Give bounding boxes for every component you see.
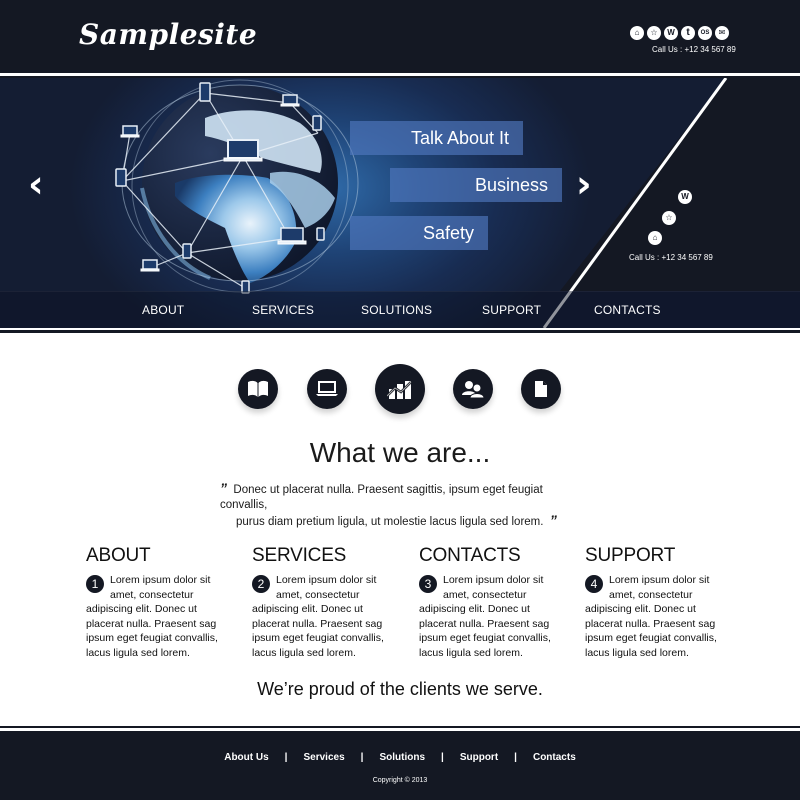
feature-laptop[interactable] xyxy=(307,369,347,409)
column-title: SERVICES xyxy=(252,545,347,566)
column-body: 4 Lorem ipsum dolor sit amet, consectetu… xyxy=(585,573,725,660)
column-contacts: CONTACTS 3 Lorem ipsum dolor sit amet, c… xyxy=(419,545,559,660)
feature-book[interactable] xyxy=(238,369,278,409)
quote-line-2: purus diam pretium ligula, ut molestie l… xyxy=(236,516,544,528)
column-title: ABOUT xyxy=(86,545,151,566)
wordpress-icon[interactable]: W xyxy=(664,26,678,40)
call-us-hero: Call Us : +12 34 567 89 xyxy=(629,253,713,262)
site-logo[interactable]: Samplesite xyxy=(79,18,257,51)
footer-link-contacts[interactable]: Contacts xyxy=(533,752,576,763)
column-text: Lorem ipsum dolor sit amet, consectetur … xyxy=(585,574,717,659)
laptop-icon xyxy=(316,381,338,396)
tumblr-icon[interactable]: t xyxy=(681,26,695,40)
column-title: SUPPORT xyxy=(585,545,676,566)
document-icon xyxy=(535,381,547,397)
number-badge: 1 xyxy=(86,575,104,593)
intro-quote: ” Donec ut placerat nulla. Praesent sagi… xyxy=(220,481,590,530)
copyright: Copyright © 2013 xyxy=(372,777,428,784)
number-badge: 4 xyxy=(585,575,603,593)
slider-prev-button[interactable]: ‹ xyxy=(28,165,44,203)
column-support: SUPPORT 4 Lorem ipsum dolor sit amet, co… xyxy=(585,545,725,660)
call-us-header: Call Us : +12 34 567 89 xyxy=(652,45,736,54)
hero-divider-dark xyxy=(0,330,800,333)
home-icon[interactable]: ⌂ xyxy=(630,26,644,40)
column-text: Lorem ipsum dolor sit amet, consectetur … xyxy=(252,574,384,659)
slider-next-button[interactable]: › xyxy=(576,165,592,203)
book-icon xyxy=(248,380,268,397)
mail-icon[interactable]: ✉ xyxy=(715,26,729,40)
column-body: 3 Lorem ipsum dolor sit amet, consectetu… xyxy=(419,573,559,660)
nav-services[interactable]: SERVICES xyxy=(252,303,314,317)
globe-illustration xyxy=(115,79,359,294)
column-body: 1 Lorem ipsum dolor sit amet, consectetu… xyxy=(86,573,226,660)
footer: About Us | Services | Solutions | Suppor… xyxy=(0,731,800,800)
number-badge: 3 xyxy=(419,575,437,593)
section-title: What we are... xyxy=(309,437,491,468)
chart-icon xyxy=(387,381,412,399)
footer-nav: About Us | Services | Solutions | Suppor… xyxy=(0,752,800,763)
users-icon xyxy=(462,381,485,398)
column-text: Lorem ipsum dolor sit amet, consectetur … xyxy=(86,574,218,659)
wordpress-icon[interactable]: W xyxy=(678,190,692,204)
star-icon[interactable]: ☆ xyxy=(662,211,676,225)
open-quote-icon: ” xyxy=(220,480,227,496)
column-services: SERVICES 2 Lorem ipsum dolor sit amet, c… xyxy=(252,545,392,660)
feature-chart[interactable] xyxy=(375,364,425,414)
column-about: ABOUT 1 Lorem ipsum dolor sit amet, cons… xyxy=(86,545,226,660)
footer-separator: | xyxy=(514,752,517,763)
social-icons-top: ⌂ ☆ W t OS ✉ xyxy=(630,26,729,40)
nav-support[interactable]: SUPPORT xyxy=(482,303,541,317)
hero-slider: ‹ › Talk About It Business Safety W ☆ ⌂ … xyxy=(0,78,800,328)
header: Samplesite ⌂ ☆ W t OS ✉ Call Us : +12 34… xyxy=(0,0,800,74)
nav-about[interactable]: ABOUT xyxy=(142,303,184,317)
number-badge: 2 xyxy=(252,575,270,593)
footer-link-about-us[interactable]: About Us xyxy=(224,752,268,763)
footer-link-services[interactable]: Services xyxy=(303,752,344,763)
footer-link-solutions[interactable]: Solutions xyxy=(379,752,425,763)
column-text: Lorem ipsum dolor sit amet, consectetur … xyxy=(419,574,551,659)
feature-document[interactable] xyxy=(521,369,561,409)
nav-solutions[interactable]: SOLUTIONS xyxy=(361,303,432,317)
banner-talk-about-it[interactable]: Talk About It xyxy=(350,121,523,155)
os-icon[interactable]: OS xyxy=(698,26,712,40)
close-quote-icon: ” xyxy=(549,512,557,528)
star-icon[interactable]: ☆ xyxy=(647,26,661,40)
feature-users[interactable] xyxy=(453,369,493,409)
clients-tagline: We’re proud of the clients we serve. xyxy=(257,679,543,699)
banner-business[interactable]: Business xyxy=(390,168,562,202)
footer-separator: | xyxy=(284,752,288,763)
column-body: 2 Lorem ipsum dolor sit amet, consectetu… xyxy=(252,573,392,660)
footer-separator: | xyxy=(441,752,444,763)
quote-line-1: Donec ut placerat nulla. Praesent sagitt… xyxy=(220,484,543,511)
banner-safety[interactable]: Safety xyxy=(350,216,488,250)
footer-divider xyxy=(0,726,800,728)
home-icon[interactable]: ⌂ xyxy=(648,231,662,245)
footer-separator: | xyxy=(360,752,364,763)
nav-contacts[interactable]: CONTACTS xyxy=(594,303,661,317)
footer-link-support[interactable]: Support xyxy=(460,752,498,763)
column-title: CONTACTS xyxy=(419,545,521,566)
